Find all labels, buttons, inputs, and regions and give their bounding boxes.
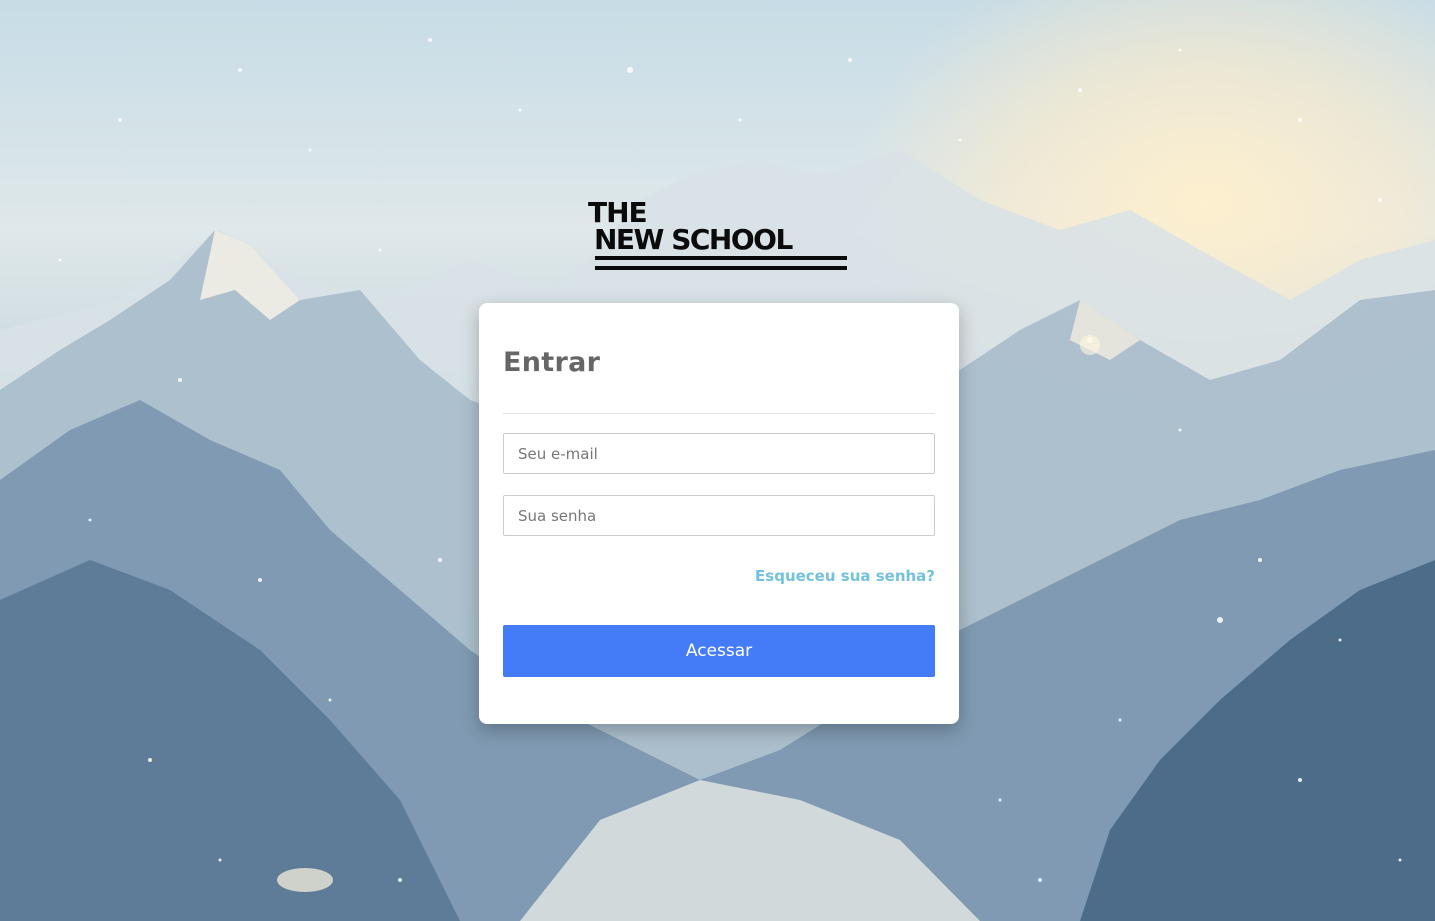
logo-text-new-school: NEW SCHOOL <box>594 223 793 256</box>
title-divider <box>503 413 935 414</box>
school-logo: THE NEW SCHOOL <box>587 198 849 278</box>
login-card: Entrar Esqueceu sua senha? Acessar <box>479 303 959 724</box>
forgot-password-link[interactable]: Esqueceu sua senha? <box>755 567 935 585</box>
logo-bar-bottom <box>595 266 847 270</box>
email-field[interactable] <box>503 433 935 474</box>
submit-button[interactable]: Acessar <box>503 625 935 677</box>
login-title: Entrar <box>503 347 601 378</box>
password-field[interactable] <box>503 495 935 536</box>
logo-bar-top <box>595 256 847 260</box>
